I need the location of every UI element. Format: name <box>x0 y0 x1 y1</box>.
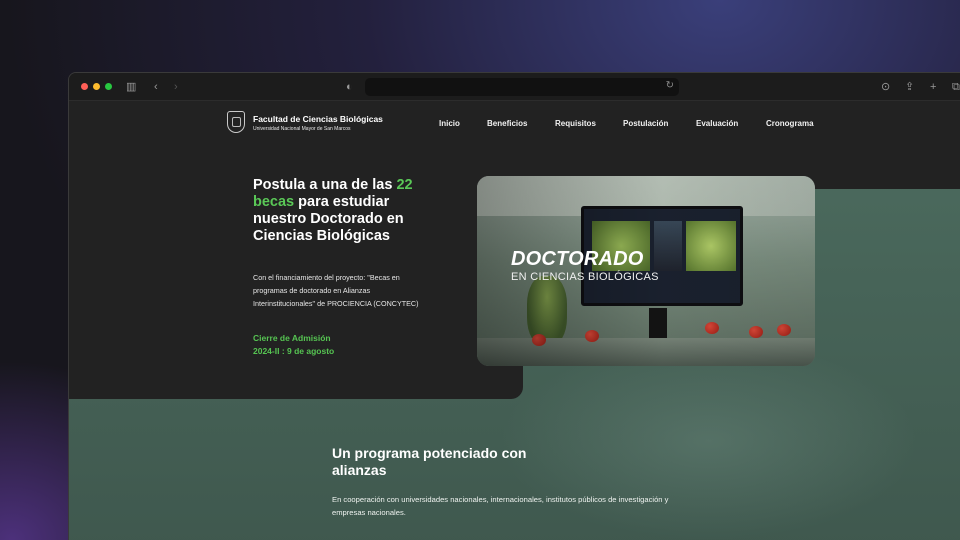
download-icon[interactable]: ⊙ <box>881 80 890 94</box>
brand-subtitle: Universidad Nacional Mayor de San Marcos <box>253 126 351 132</box>
zoom-window-button[interactable] <box>105 83 112 90</box>
nav-item-requisitos[interactable]: Requisitos <box>555 119 596 128</box>
shield-icon[interactable]: ◐ <box>346 80 353 94</box>
nav-item-inicio[interactable]: Inicio <box>439 119 460 128</box>
close-window-button[interactable] <box>81 83 88 90</box>
tabs-icon[interactable]: ⧉ <box>952 80 960 94</box>
brand-title[interactable]: Facultad de Ciencias Biológicas <box>253 114 383 124</box>
browser-toolbar: ▥ ‹ › ◐ ↻ ⊙ ⇪ + ⧉ <box>69 73 960 101</box>
nav-item-postulacion[interactable]: Postulación <box>623 119 668 128</box>
site-navbar: Facultad de Ciencias Biológicas Universi… <box>69 101 960 145</box>
nav-item-beneficios[interactable]: Beneficios <box>487 119 527 128</box>
section-description: En cooperación con universidades naciona… <box>332 495 669 517</box>
hero-image-title: DOCTORADO <box>511 248 644 270</box>
new-tab-icon[interactable]: + <box>930 80 936 94</box>
web-page: Facultad de Ciencias Biológicas Universi… <box>69 101 960 540</box>
forward-icon[interactable]: › <box>174 80 178 94</box>
deadline-date: 2024-II : 9 de agosto <box>253 346 335 356</box>
minimize-window-button[interactable] <box>93 83 100 90</box>
reload-icon[interactable]: ↻ <box>666 80 674 91</box>
hero-image: DOCTORADO EN CIENCIAS BIOLÓGICAS <box>477 176 815 366</box>
university-crest-icon[interactable] <box>227 111 245 133</box>
nav-item-evaluacion[interactable]: Evaluación <box>696 119 738 128</box>
address-bar[interactable]: ↻ <box>365 78 679 96</box>
nav-item-cronograma[interactable]: Cronograma <box>766 119 814 128</box>
deadline-label: Cierre de Admisión <box>253 333 331 343</box>
hero-description: Con el financiamiento del proyecto: "Bec… <box>253 273 419 308</box>
section-title: Un programa potenciado con alianzas <box>332 445 527 478</box>
headline-pre: Postula a una de las <box>253 177 397 193</box>
share-icon[interactable]: ⇪ <box>905 80 914 94</box>
hero-headline: Postula a una de las 22 becas para estud… <box>253 177 443 245</box>
admission-deadline: Cierre de Admisión 2024-II : 9 de agosto <box>253 332 334 358</box>
back-icon[interactable]: ‹ <box>154 80 158 94</box>
browser-window: ▥ ‹ › ◐ ↻ ⊙ ⇪ + ⧉ Facultad de Ciencias B… <box>68 72 960 540</box>
sidebar-icon[interactable]: ▥ <box>126 80 136 94</box>
hero-image-subtitle: EN CIENCIAS BIOLÓGICAS <box>511 271 659 283</box>
